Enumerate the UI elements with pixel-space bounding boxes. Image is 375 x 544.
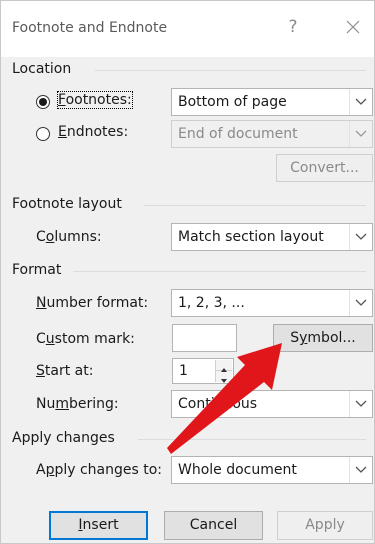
- columns-label-first: C: [36, 229, 46, 245]
- footnotes-label[interactable]: Footnotes:: [57, 91, 133, 109]
- title-bar: Footnote and Endnote ?: [1, 1, 374, 57]
- chevron-down-icon: [355, 466, 367, 473]
- apply-to-select[interactable]: Whole document: [171, 456, 373, 484]
- spinner-down-button[interactable]: [216, 371, 232, 383]
- apply-to-dropdown[interactable]: [349, 457, 372, 483]
- endnotes-accel: E: [58, 124, 67, 140]
- endnotes-label-rest: ndnotes:: [66, 124, 129, 140]
- symbol-label-rest: mbol...: [307, 330, 356, 346]
- number-format-label: Number format:: [36, 295, 148, 311]
- footnote-layout-divider: [144, 205, 366, 206]
- start-at-label: Start at:: [36, 363, 93, 379]
- columns-select[interactable]: Match section layout: [171, 223, 373, 251]
- start-at-accel: S: [36, 363, 45, 379]
- custom-mark-label: Custom mark:: [36, 331, 135, 347]
- apply-to-value: Whole document: [178, 462, 297, 478]
- apply-changes-divider: [138, 439, 366, 440]
- chevron-down-icon: [355, 299, 367, 306]
- dialog-title: Footnote and Endnote: [12, 20, 168, 36]
- spinner-down-icon: [221, 379, 227, 383]
- footnotes-position-select[interactable]: Bottom of page: [171, 88, 373, 116]
- numbering-select[interactable]: Continuous: [171, 390, 373, 418]
- custom-mark-label-first: C: [36, 331, 46, 347]
- footnotes-accel: F: [58, 92, 66, 108]
- apply-to-label: Apply changes to:: [36, 462, 162, 478]
- endnotes-position-select[interactable]: End of document: [171, 120, 373, 148]
- numbering-dropdown[interactable]: [349, 391, 372, 417]
- footnotes-label-rest: ootnotes:: [65, 92, 132, 108]
- insert-button[interactable]: Insert: [49, 511, 148, 540]
- insert-label-rest: nsert: [82, 517, 119, 533]
- number-format-dropdown[interactable]: [349, 290, 372, 316]
- numbering-label: Numbering:: [36, 396, 119, 412]
- spinner-up-button[interactable]: [216, 360, 232, 372]
- custom-mark-accel: u: [45, 331, 55, 347]
- start-at-spinner[interactable]: [215, 360, 232, 383]
- apply-to-label-rest: ply changes to:: [54, 462, 163, 478]
- footnotes-radio[interactable]: [36, 95, 50, 109]
- endnotes-dropdown[interactable]: [349, 121, 372, 147]
- symbol-label-first: S: [290, 330, 300, 346]
- apply-button[interactable]: Apply: [277, 511, 373, 540]
- number-format-accel: N: [36, 295, 47, 311]
- apply-to-label-first: A: [36, 462, 46, 478]
- number-format-value: 1, 2, 3, ...: [178, 295, 245, 311]
- location-divider: [95, 70, 366, 71]
- numbering-value: Continuous: [178, 396, 258, 412]
- columns-value: Match section layout: [178, 229, 324, 245]
- custom-mark-input[interactable]: [172, 324, 237, 352]
- endnotes-radio[interactable]: [36, 127, 50, 141]
- close-icon: [346, 20, 360, 34]
- location-heading: Location: [12, 61, 72, 77]
- help-button[interactable]: ?: [281, 15, 305, 39]
- footnote-layout-heading: Footnote layout: [12, 196, 122, 212]
- start-at-input[interactable]: 1: [172, 358, 234, 384]
- numbering-label-first: Nu: [36, 396, 56, 412]
- endnotes-position-value: End of document: [178, 126, 298, 142]
- chevron-down-icon: [355, 130, 367, 137]
- columns-label: Columns:: [36, 229, 102, 245]
- numbering-label-rest: bering:: [69, 396, 119, 412]
- numbering-accel: m: [55, 396, 69, 412]
- chevron-down-icon: [355, 233, 367, 240]
- start-at-label-rest: tart at:: [44, 363, 94, 379]
- convert-button[interactable]: Convert...: [276, 154, 373, 182]
- symbol-button[interactable]: Symbol...: [273, 324, 373, 352]
- close-button[interactable]: [341, 15, 365, 41]
- number-format-label-rest: umber format:: [46, 295, 149, 311]
- chevron-down-icon: [355, 400, 367, 407]
- footnote-endnote-dialog: Footnote and Endnote ? Location Footnote…: [0, 0, 375, 544]
- number-format-select[interactable]: 1, 2, 3, ...: [171, 289, 373, 317]
- cancel-button[interactable]: Cancel: [164, 511, 263, 540]
- endnotes-label[interactable]: Endnotes:: [58, 124, 128, 140]
- footnotes-position-value: Bottom of page: [178, 94, 287, 110]
- apply-changes-heading: Apply changes: [12, 430, 115, 446]
- start-at-value: 1: [179, 363, 188, 379]
- columns-label-rest: lumns:: [54, 229, 102, 245]
- chevron-down-icon: [355, 98, 367, 105]
- format-heading: Format: [12, 262, 62, 278]
- format-divider: [73, 271, 366, 272]
- custom-mark-label-rest: stom mark:: [54, 331, 135, 347]
- footnotes-dropdown[interactable]: [349, 89, 372, 115]
- columns-dropdown[interactable]: [349, 224, 372, 250]
